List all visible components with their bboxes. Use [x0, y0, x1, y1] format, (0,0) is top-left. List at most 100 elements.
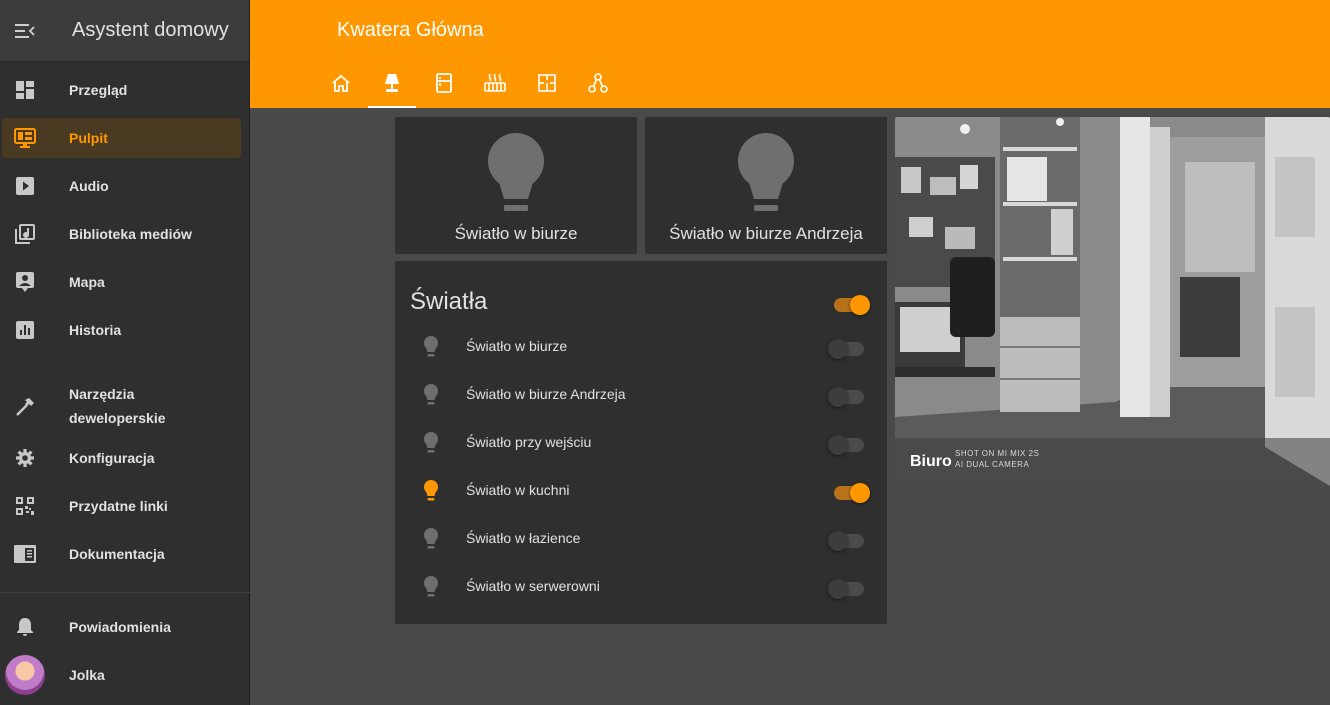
- floor-plan-icon: [538, 73, 556, 97]
- lightbulb-icon: [421, 431, 441, 455]
- radiator-icon: [484, 73, 506, 98]
- tile-label: Światło w biurze Andrzeja: [669, 224, 863, 243]
- lightbulb-icon: [736, 133, 796, 218]
- toggle-thumb: [828, 387, 848, 407]
- sidebar-item-label: Przydatne linki: [69, 498, 168, 514]
- lightbulb-icon: [421, 479, 441, 503]
- lightbulb-icon: [486, 133, 546, 218]
- camera-watermark: SHOT ON MI MIX 2S AI DUAL CAMERA: [955, 448, 1039, 470]
- entity-name: Światło w łazience: [466, 530, 581, 546]
- entity-toggle[interactable]: [832, 479, 870, 503]
- group-toggle[interactable]: [832, 291, 870, 315]
- light-tile-biuro-andrzeja[interactable]: Światło w biurze Andrzeja: [645, 117, 887, 254]
- page-title: Kwatera Główna: [337, 19, 484, 41]
- sidebar-item-narzedzia[interactable]: Narzędzia deweloperskie: [0, 382, 250, 430]
- light-tile-biuro[interactable]: Światło w biurze: [395, 117, 637, 254]
- top-app-bar: Kwatera Główna: [250, 0, 1330, 108]
- network-icon: [588, 72, 608, 98]
- sidebar-item-label: Narzędzia deweloperskie: [69, 382, 166, 430]
- camera-card[interactable]: Biuro SHOT ON MI MIX 2S AI DUAL CAMERA: [895, 117, 1330, 486]
- entity-name: Światło przy wejściu: [466, 434, 592, 450]
- card-title: Światła: [410, 288, 488, 315]
- menu-collapse-icon[interactable]: [0, 0, 50, 62]
- tab-fridge[interactable]: [420, 62, 468, 108]
- entity-toggle[interactable]: [828, 335, 866, 359]
- sidebar-item-konfiguracja[interactable]: Konfiguracja: [0, 434, 250, 482]
- sidebar-item-mapa[interactable]: Mapa: [0, 258, 250, 306]
- watermark-line2: AI DUAL CAMERA: [955, 460, 1030, 469]
- sidebar-item-profile[interactable]: Jolka: [0, 651, 250, 699]
- dashboard-icon: [14, 79, 36, 101]
- toggle-thumb: [828, 435, 848, 455]
- bell-icon: [14, 616, 36, 638]
- camera-image: [895, 117, 1330, 486]
- entity-row[interactable]: Światło w kuchni: [395, 467, 887, 515]
- sidebar-item-label: Dokumentacja: [69, 546, 165, 562]
- sidebar-header: Asystent domowy: [0, 0, 249, 62]
- hammer-icon: [14, 396, 36, 418]
- home-icon: [331, 74, 351, 97]
- entity-name: Światło w biurze: [466, 338, 568, 354]
- tab-lamp[interactable]: [368, 62, 416, 108]
- toggle-thumb: [850, 483, 870, 503]
- sidebar-item-label: Powiadomienia: [69, 619, 171, 635]
- sidebar-item-label: Biblioteka mediów: [69, 226, 192, 242]
- entity-toggle[interactable]: [828, 383, 866, 407]
- sidebar-item-label: Mapa: [69, 274, 105, 290]
- entity-name: Światło w kuchni: [466, 482, 570, 498]
- entity-row[interactable]: Światło w serwerowni: [395, 563, 887, 611]
- lightbulb-icon: [421, 575, 441, 599]
- sidebar-item-label: Przegląd: [69, 82, 128, 98]
- sidebar-item-notifications[interactable]: Powiadomienia: [0, 603, 250, 651]
- sidebar-item-pulpit[interactable]: Pulpit: [2, 118, 241, 158]
- sidebar-item-label-line2: deweloperskie: [69, 410, 166, 426]
- tile-label: Światło w biurze: [454, 224, 578, 243]
- play-box-icon: [14, 175, 36, 197]
- sidebar-item-audio[interactable]: Audio: [0, 162, 250, 210]
- entity-toggle[interactable]: [828, 527, 866, 551]
- music-library-icon: [14, 223, 36, 245]
- lightbulb-icon: [421, 335, 441, 359]
- sidebar-item-linki[interactable]: Przydatne linki: [0, 482, 250, 530]
- sidebar-item-dokumentacja[interactable]: Dokumentacja: [0, 530, 250, 578]
- lightbulb-icon: [421, 527, 441, 551]
- lightbulb-icon: [421, 383, 441, 407]
- chart-box-icon: [14, 319, 36, 341]
- lamp-icon: [383, 73, 401, 98]
- fridge-icon: [436, 72, 452, 98]
- entity-row[interactable]: Światło przy wejściu: [395, 419, 887, 467]
- entity-row[interactable]: Światło w biurze Andrzeja: [395, 371, 887, 419]
- lights-card: Światła Światło w biurze Światło w biurz…: [395, 261, 887, 624]
- toggle-thumb: [828, 579, 848, 599]
- book-icon: [14, 543, 36, 565]
- toggle-thumb: [828, 339, 848, 359]
- sidebar-item-historia[interactable]: Historia: [0, 306, 250, 354]
- entity-toggle[interactable]: [828, 431, 866, 455]
- monitor-dashboard-icon: [14, 127, 36, 149]
- sidebar-item-przeglad[interactable]: Przegląd: [0, 66, 250, 114]
- gear-icon: [14, 447, 36, 469]
- tab-network[interactable]: [574, 62, 622, 108]
- sidebar-item-label: Historia: [69, 322, 122, 338]
- toggle-thumb: [828, 531, 848, 551]
- tab-floor-plan[interactable]: [523, 62, 571, 108]
- entity-row[interactable]: Światło w łazience: [395, 515, 887, 563]
- entity-name: Światło w biurze Andrzeja: [466, 386, 626, 402]
- watermark-line1: SHOT ON MI MIX 2S: [955, 449, 1040, 458]
- sidebar-item-label: Audio: [69, 178, 109, 194]
- qrcode-icon: [14, 495, 36, 517]
- sidebar-title: Asystent domowy: [72, 19, 229, 41]
- camera-label-bar: Biuro SHOT ON MI MIX 2S AI DUAL CAMERA: [895, 438, 1330, 486]
- entity-toggle[interactable]: [828, 575, 866, 599]
- sidebar-divider: [0, 592, 250, 593]
- sidebar: Asystent domowy Przegląd Pulpit Audio Bi…: [0, 0, 250, 705]
- tab-radiator[interactable]: [471, 62, 519, 108]
- toggle-thumb: [850, 295, 870, 315]
- sidebar-item-label: Pulpit: [69, 130, 108, 146]
- sidebar-item-label: Konfiguracja: [69, 450, 155, 466]
- sidebar-item-label-line1: Narzędzia: [69, 386, 135, 402]
- sidebar-item-biblioteka[interactable]: Biblioteka mediów: [0, 210, 250, 258]
- avatar[interactable]: [5, 655, 45, 695]
- tab-home[interactable]: [317, 62, 365, 108]
- entity-row[interactable]: Światło w biurze: [395, 323, 887, 371]
